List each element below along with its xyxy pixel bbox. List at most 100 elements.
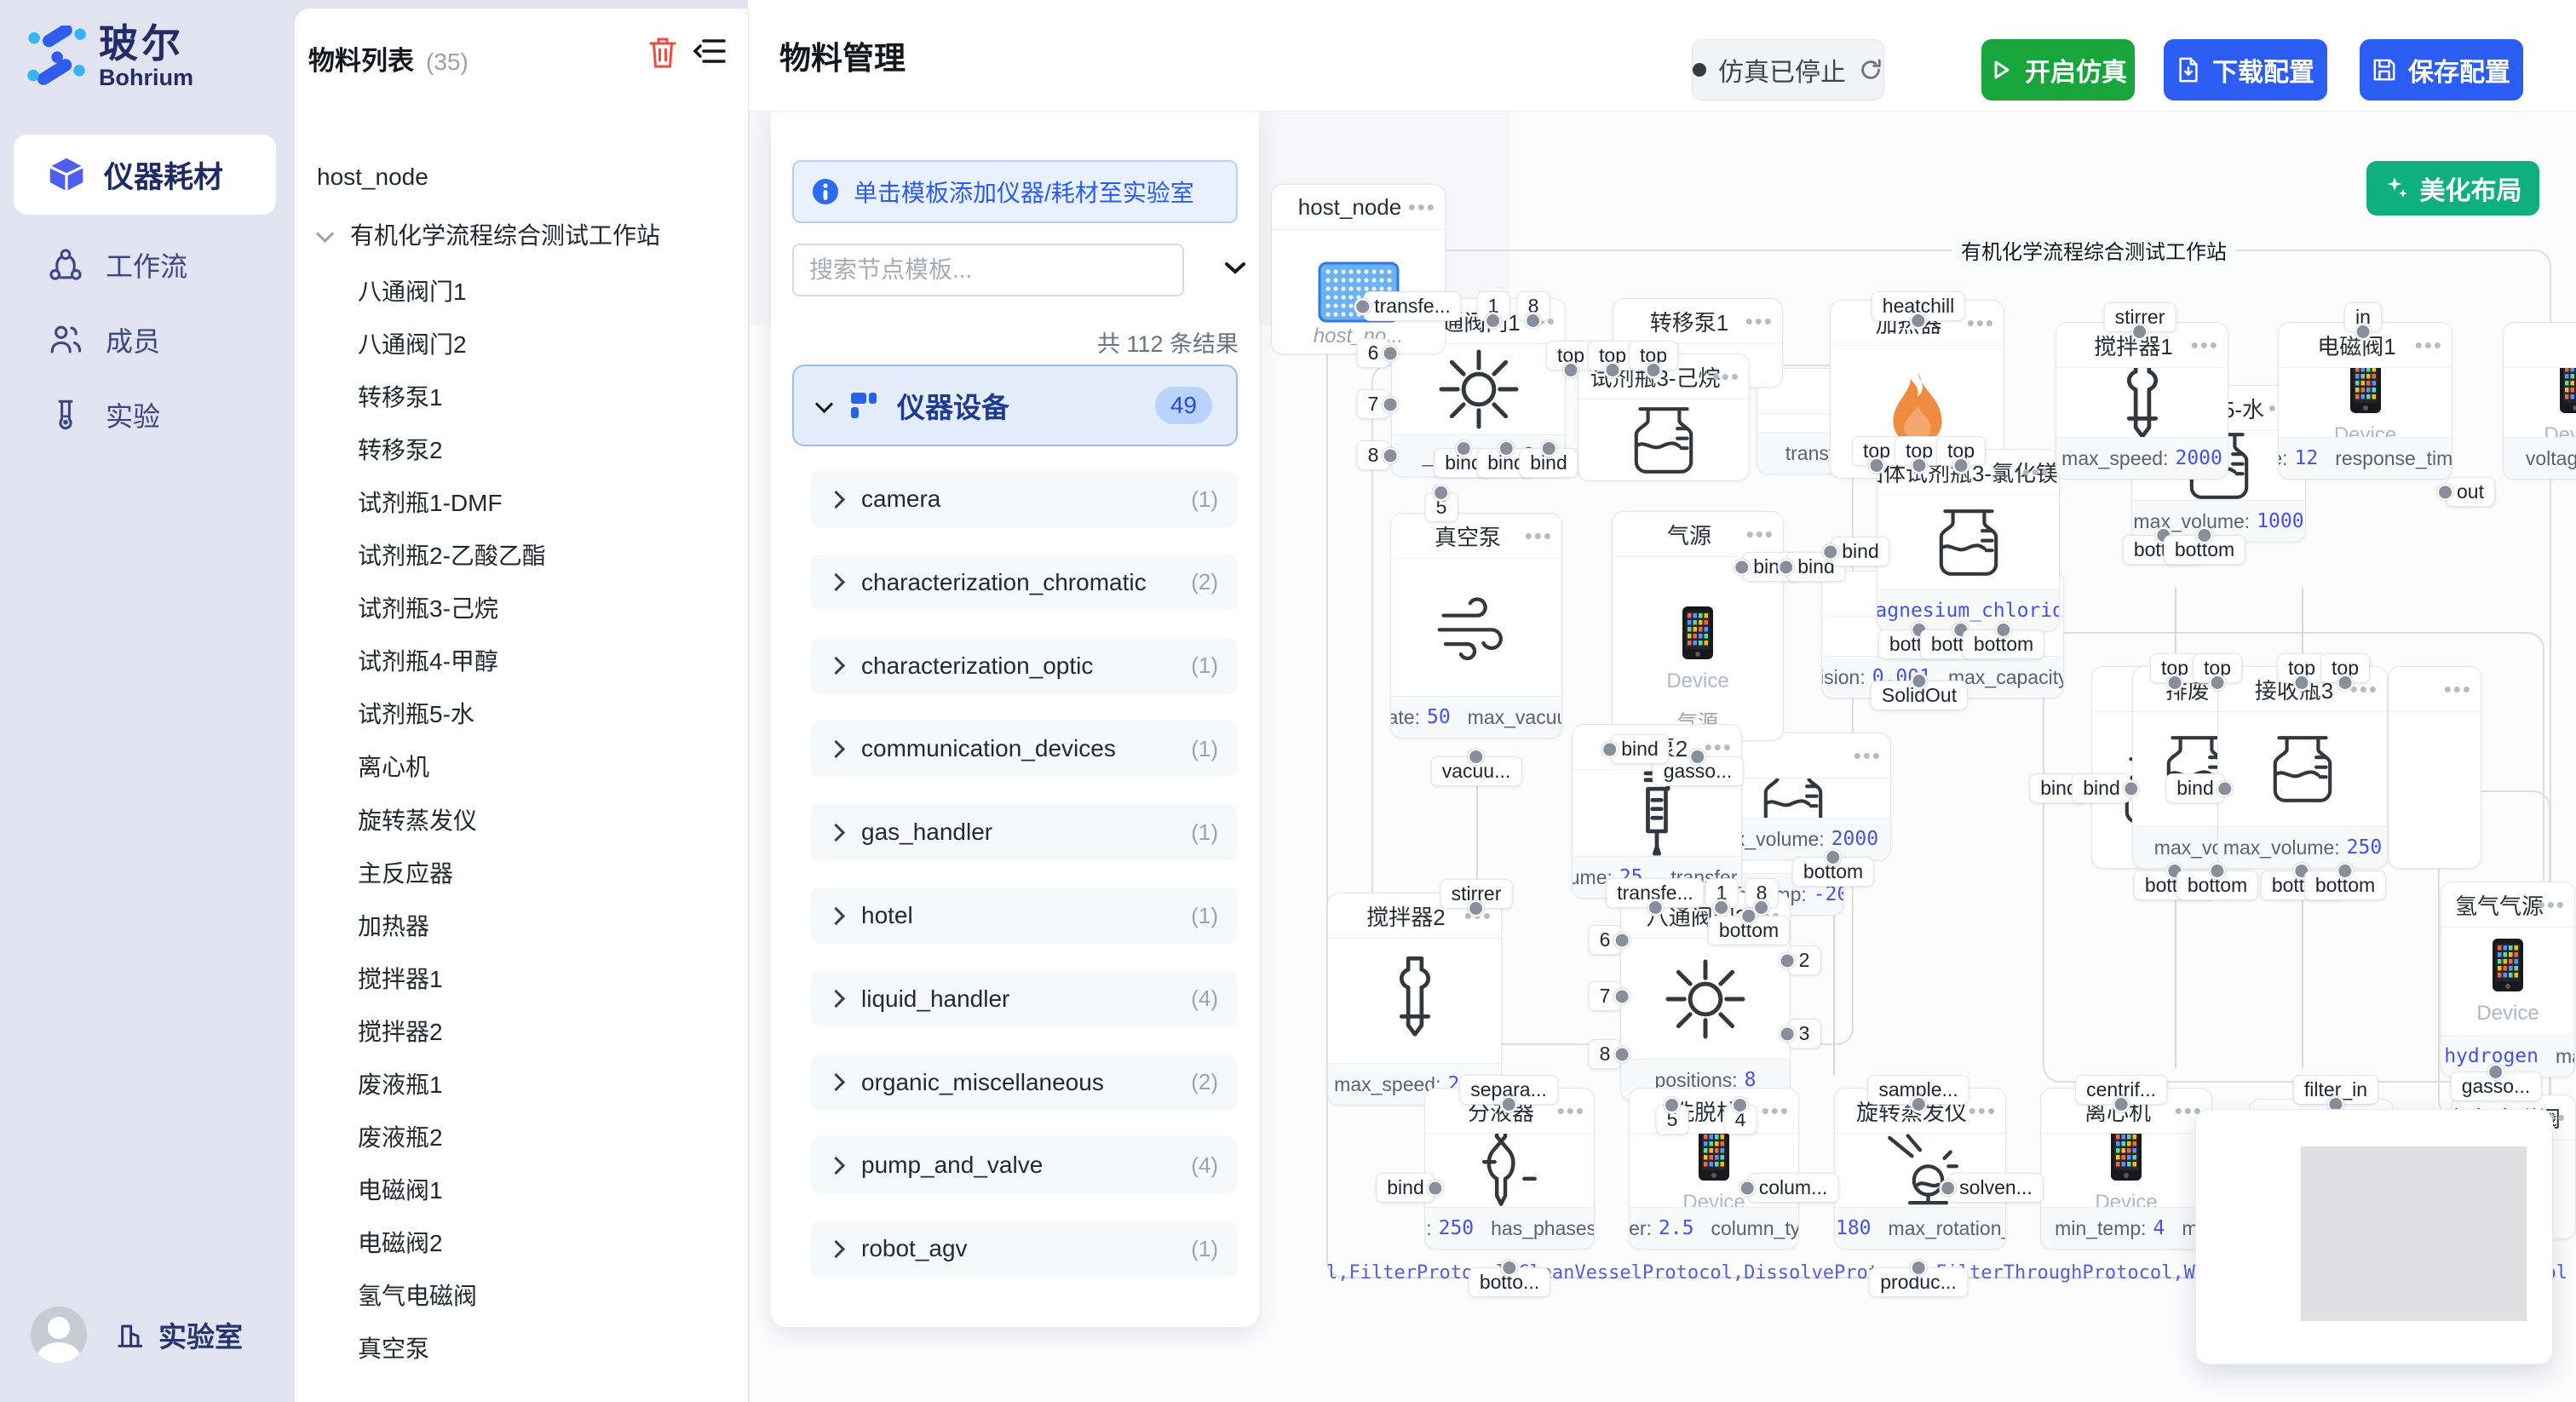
port-dot-icon[interactable] xyxy=(1868,457,1884,474)
node-card-固体试剂瓶3-氯化镁[interactable]: 固体试剂瓶3-氯化镁•••agent:magnesium_chloridephy… xyxy=(1877,449,2060,632)
port-chip-bind[interactable]: bind xyxy=(1831,537,1889,566)
node-menu-icon[interactable]: ••• xyxy=(2415,323,2443,367)
port-dot-icon[interactable] xyxy=(2124,780,2140,796)
port-chip-solven[interactable]: solven... xyxy=(1948,1173,2044,1203)
chevron-down-icon[interactable] xyxy=(1224,261,1246,276)
port-dot-icon[interactable] xyxy=(2355,324,2372,340)
port-chip-colum[interactable]: colum... xyxy=(1748,1173,1839,1203)
port-chip-in[interactable]: in xyxy=(2344,302,2382,332)
tree-leaf[interactable]: 电磁阀1 xyxy=(358,1174,443,1208)
tree-leaf[interactable]: 试剂瓶2-乙酸乙酯 xyxy=(358,539,546,573)
category-row-characterization_chromatic[interactable]: characterization_chromatic(2) xyxy=(811,554,1237,611)
sidebar-item-workflow[interactable]: 工作流 xyxy=(14,235,276,295)
tree-leaf[interactable]: 八通阀门2 xyxy=(358,328,467,362)
category-row-characterization_optic[interactable]: characterization_optic(1) xyxy=(811,638,1237,694)
sidebar-item-instruments[interactable]: 仪器耗材 xyxy=(14,135,276,215)
port-dot-icon[interactable] xyxy=(1613,1046,1630,1062)
port-chip-3[interactable]: 3 xyxy=(1788,1019,1821,1049)
node-card-气源[interactable]: 气源•••Device气源 xyxy=(1612,511,1784,741)
port-chip-transfe[interactable]: transfe... xyxy=(1363,291,1461,321)
port-chip-6[interactable]: 6 xyxy=(1357,338,1390,368)
port-chip-8[interactable]: 8 xyxy=(1745,878,1779,908)
collapse-list-icon[interactable] xyxy=(693,36,727,66)
node-menu-icon[interactable]: ••• xyxy=(1525,514,1553,558)
port-dot-icon[interactable] xyxy=(2209,863,2225,879)
tree-leaf[interactable]: 废液瓶1 xyxy=(358,1068,443,1102)
minimap-viewport[interactable] xyxy=(2301,1146,2527,1321)
app-logo[interactable]: 玻尔 Bohrium xyxy=(26,22,193,90)
node-menu-icon[interactable]: ••• xyxy=(2191,323,2219,367)
simulation-status-pill[interactable]: 仿真已停止 xyxy=(1692,39,1884,101)
sidebar-item-members[interactable]: 成员 xyxy=(14,310,276,370)
port-dot-icon[interactable] xyxy=(2113,1096,2130,1112)
port-chip-2[interactable]: 2 xyxy=(1788,945,1821,975)
port-dot-icon[interactable] xyxy=(1912,673,1928,689)
port-dot-icon[interactable] xyxy=(1601,741,1618,757)
port-dot-icon[interactable] xyxy=(1713,899,1729,916)
node-card-真空泵[interactable]: 真空泵•••pump_rate:50max_vacuum:0.1 xyxy=(1390,513,1562,738)
port-chip-8[interactable]: 8 xyxy=(1517,291,1550,321)
port-dot-icon[interactable] xyxy=(2166,675,2182,691)
port-chip-top[interactable]: top xyxy=(1629,341,1678,371)
port-dot-icon[interactable] xyxy=(1382,447,1398,463)
port-dot-icon[interactable] xyxy=(1525,313,1541,329)
port-dot-icon[interactable] xyxy=(2337,675,2353,691)
port-dot-icon[interactable] xyxy=(2209,675,2225,691)
port-dot-icon[interactable] xyxy=(1468,749,1484,765)
lab-switcher[interactable]: 实验室 xyxy=(112,1314,243,1355)
port-dot-icon[interactable] xyxy=(1825,849,1841,865)
port-chip-bottom[interactable]: bottom xyxy=(2176,871,2258,900)
port-dot-icon[interactable] xyxy=(1455,440,1471,457)
port-dot-icon[interactable] xyxy=(1739,1180,1756,1196)
port-dot-icon[interactable] xyxy=(1911,1260,1927,1276)
category-row-organic_miscellaneous[interactable]: organic_miscellaneous(2) xyxy=(811,1054,1237,1111)
port-chip-top[interactable]: top xyxy=(2320,653,2370,683)
tree-leaf[interactable]: 旋转蒸发仪 xyxy=(358,804,477,838)
beautify-layout-button[interactable]: 美化布局 xyxy=(2366,161,2539,215)
port-dot-icon[interactable] xyxy=(1664,1097,1680,1113)
port-chip-6[interactable]: 6 xyxy=(1589,925,1622,955)
minimap[interactable] xyxy=(2195,1109,2553,1365)
node-card-host_node[interactable]: host_node•••host_no... xyxy=(1271,184,1446,354)
port-dot-icon[interactable] xyxy=(1952,457,1969,474)
node-card-搅拌器2[interactable]: 搅拌器2•••max_speed:2000 xyxy=(1327,893,1502,1106)
tree-leaf[interactable]: 搅拌器2 xyxy=(358,1015,443,1049)
port-dot-icon[interactable] xyxy=(1647,899,1663,916)
port-chip-bottom[interactable]: bottom xyxy=(1792,857,1874,887)
node-menu-icon[interactable]: ••• xyxy=(2538,882,2566,927)
port-dot-icon[interactable] xyxy=(1910,313,1926,329)
port-dot-icon[interactable] xyxy=(1604,362,1620,378)
node-menu-icon[interactable]: ••• xyxy=(1854,733,1882,778)
node-menu-icon[interactable]: ••• xyxy=(1967,301,1995,345)
tree-leaf[interactable]: 搅拌器1 xyxy=(358,962,443,997)
port-dot-icon[interactable] xyxy=(1469,900,1485,916)
tree-leaf[interactable]: 试剂瓶4-甲醇 xyxy=(358,645,498,679)
node-card-搅拌器1[interactable]: 搅拌器1•••max_speed:2000 xyxy=(2056,322,2228,480)
node-card[interactable]: •••Devicevoltage:12 xyxy=(2503,322,2576,480)
node-menu-icon[interactable]: ••• xyxy=(1762,1089,1790,1133)
tree-root-host-node[interactable]: host_node xyxy=(317,160,428,194)
download-config-button[interactable]: 下载配置 xyxy=(2164,39,2327,101)
node-menu-icon[interactable]: ••• xyxy=(1557,1089,1585,1133)
port-dot-icon[interactable] xyxy=(1382,345,1398,361)
port-dot-icon[interactable] xyxy=(1540,440,1556,457)
node-menu-icon[interactable]: ••• xyxy=(2022,450,2050,494)
port-chip-produc[interactable]: produc... xyxy=(1869,1267,1968,1297)
port-chip-bottom[interactable]: bottom xyxy=(2164,535,2245,565)
node-menu-icon[interactable]: ••• xyxy=(1969,1089,1997,1133)
port-chip-separa[interactable]: separa... xyxy=(1459,1075,1558,1105)
port-dot-icon[interactable] xyxy=(1911,457,1927,474)
tree-leaf[interactable]: 加热器 xyxy=(358,910,429,944)
port-dot-icon[interactable] xyxy=(2293,675,2309,691)
tree-leaf[interactable]: 转移泵1 xyxy=(358,381,443,415)
port-dot-icon[interactable] xyxy=(1613,988,1630,1004)
port-dot-icon[interactable] xyxy=(1498,440,1514,457)
tree-leaf[interactable]: 试剂瓶1-DMF xyxy=(358,486,503,520)
tree-leaf[interactable]: 氢气电磁阀 xyxy=(358,1279,477,1313)
port-dot-icon[interactable] xyxy=(1732,1097,1748,1113)
port-chip-centrif[interactable]: centrif... xyxy=(2075,1075,2167,1105)
port-chip-4[interactable]: 4 xyxy=(1724,1105,1757,1135)
node-card-洗脱柱[interactable]: 洗脱柱•••Devicediameter:2.5column_type:si xyxy=(1629,1088,1799,1250)
node-card[interactable]: ••• xyxy=(2388,666,2481,869)
port-dot-icon[interactable] xyxy=(2132,324,2148,340)
